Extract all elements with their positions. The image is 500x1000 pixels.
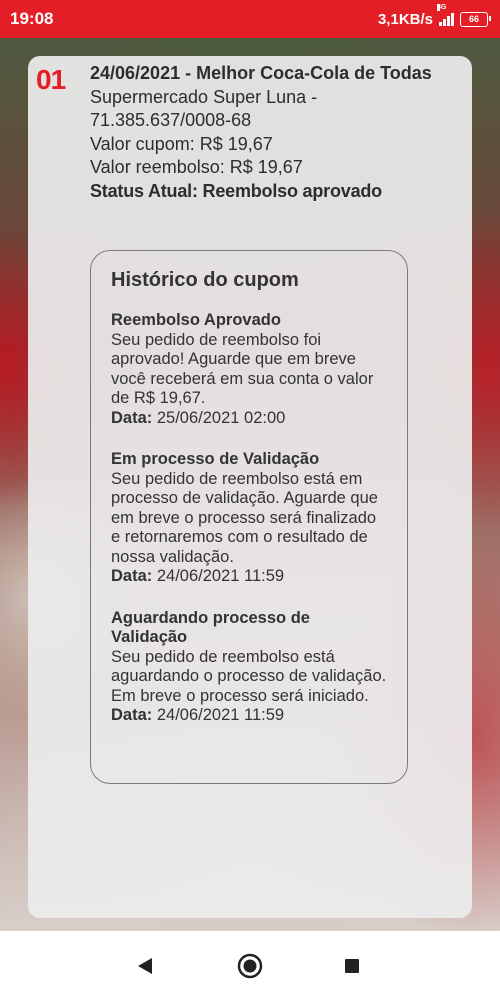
history-entry-date: Data: 24/06/2021 11:59 — [111, 706, 389, 726]
coupon-store: Supermercado Super Luna - 71.385.637/000… — [90, 86, 318, 131]
home-circle-icon[interactable] — [237, 953, 263, 979]
history-entry: Em processo de Validação Seu pedido de r… — [111, 450, 389, 587]
battery-icon: 66 — [460, 11, 491, 27]
history-entry-date: Data: 24/06/2021 11:59 — [111, 567, 389, 587]
coupon-info: 24/06/2021 - Melhor Coca-Cola de Todas S… — [90, 62, 435, 203]
date-label: Data: — [111, 408, 153, 427]
history-entry-title: Em processo de Validação — [111, 450, 320, 468]
coupon-number: 01 — [36, 64, 66, 95]
history-entry-text: Seu pedido de reembolso foi aprovado! Ag… — [111, 330, 374, 408]
date-value: 25/06/2021 02:00 — [156, 408, 286, 427]
history-entry-title: Aguardando processo de Validação — [111, 608, 310, 647]
history-entry-text: Seu pedido de reembolso está em processo… — [111, 469, 378, 566]
date-value: 24/06/2021 11:59 — [156, 567, 285, 585]
history-entry-title: Reembolso Aprovado — [111, 311, 281, 329]
refund-value: Valor reembolso: R$ 19,67 — [90, 157, 303, 177]
coupon-status: Status Atual: Reembolso aprovado — [90, 180, 382, 201]
navigation-bar — [0, 931, 500, 1000]
recents-square-icon[interactable] — [345, 959, 359, 973]
date-label: Data: — [111, 706, 153, 724]
network-type: 4G — [437, 4, 447, 11]
history-entry-date: Data: 25/06/2021 02:00 — [111, 409, 389, 429]
coupon-history: Histórico do cupom Reembolso Aprovado Se… — [90, 250, 408, 784]
status-indicators: 3,1KB/s 4G 66 — [377, 4, 491, 28]
date-value: 24/06/2021 11:59 — [156, 706, 285, 724]
battery-level: 66 — [468, 14, 479, 24]
network-speed: 3,1KB/s — [377, 10, 433, 28]
history-entry: Reembolso Aprovado Seu pedido de reembol… — [111, 311, 389, 428]
history-entry: Aguardando processo de Validação Seu ped… — [111, 609, 389, 726]
date-label: Data: — [111, 567, 153, 585]
history-entry-text: Seu pedido de reembolso está aguardando … — [111, 647, 387, 705]
coupon-value: Valor cupom: R$ 19,67 — [90, 133, 273, 154]
history-heading: Histórico do cupom — [111, 269, 299, 291]
coupon-title: 24/06/2021 - Melhor Coca-Cola de Todas — [90, 63, 432, 83]
back-triangle-icon[interactable] — [136, 957, 154, 975]
status-time: 19:08 — [10, 9, 54, 28]
status-bar: 19:08 3,1KB/s 4G 66 — [0, 0, 500, 38]
signal-icon: 4G — [437, 4, 454, 26]
